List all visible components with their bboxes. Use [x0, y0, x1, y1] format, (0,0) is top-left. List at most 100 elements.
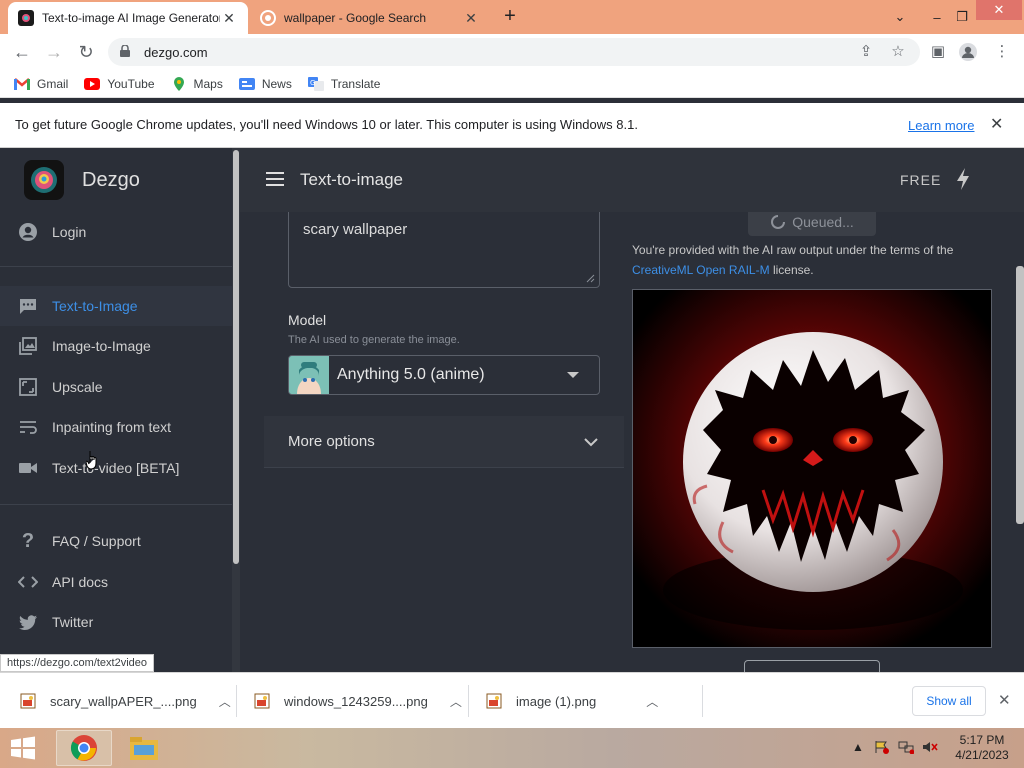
tray-overflow-icon[interactable]: ▲ — [852, 740, 864, 754]
tab-search-icon[interactable]: ⌄ — [886, 0, 914, 34]
queued-label: Queued... — [792, 214, 854, 230]
dezgo-logo-icon — [24, 160, 64, 200]
brand[interactable]: Dezgo — [24, 160, 140, 200]
bookmark-youtube[interactable]: YouTube — [84, 77, 155, 91]
bookmark-star-icon[interactable]: ☆ — [888, 42, 908, 62]
sidebar-item-label: Text-to-video [BETA] — [52, 460, 180, 476]
sidebar-item-inpainting[interactable]: Inpainting from text — [0, 407, 232, 447]
bookmark-maps[interactable]: Maps — [171, 76, 223, 91]
profile-avatar-icon[interactable] — [958, 42, 978, 62]
download-item[interactable]: windows_1243259....png ︿ — [254, 683, 462, 719]
back-icon[interactable]: ← — [10, 40, 34, 64]
license-link[interactable]: CreativeML Open RAIL-M — [632, 263, 770, 277]
hamburger-menu-icon[interactable] — [264, 168, 288, 192]
browser-toolbar: ← → ↻ dezgo.com ⇪ ☆ ▣ ⋮ — [0, 34, 1024, 70]
volume-muted-icon[interactable] — [922, 740, 938, 757]
more-options-label: More options — [288, 433, 375, 450]
plan-badge[interactable]: FREE — [900, 172, 941, 188]
app-header: Text-to-image FREE — [240, 148, 1024, 212]
sidebar-item-image-to-image[interactable]: Image-to-Image — [0, 326, 232, 366]
tab-close-icon[interactable]: ✕ — [220, 10, 238, 27]
spinner-icon — [771, 215, 786, 229]
google-favicon-icon — [260, 10, 276, 26]
chevron-up-icon[interactable]: ︿ — [646, 693, 658, 710]
side-panel-icon[interactable]: ▣ — [928, 42, 948, 62]
tab-dezgo[interactable]: Text-to-image AI Image Generator ✕ — [8, 2, 248, 34]
shelf-close-icon[interactable]: ✕ — [998, 691, 1011, 709]
sidebar-item-login[interactable]: Login — [0, 212, 232, 252]
tab-title: Text-to-image AI Image Generator — [42, 11, 220, 25]
lightning-bolt-icon[interactable] — [956, 168, 970, 195]
account-circle-icon — [18, 222, 38, 242]
model-select[interactable]: Anything 5.0 (anime) — [288, 355, 600, 395]
download-filename: image (1).png — [516, 693, 597, 709]
image-file-icon — [20, 693, 36, 709]
bookmark-translate[interactable]: G Translate — [307, 76, 381, 91]
status-url-tooltip: https://dezgo.com/text2video — [0, 654, 155, 672]
sidebar-item-twitter[interactable]: Twitter — [0, 602, 232, 642]
sidebar-item-label: Login — [52, 224, 87, 240]
sidebar-scroll-thumb[interactable] — [233, 150, 239, 564]
image-file-icon — [486, 693, 502, 709]
new-tab-button[interactable]: + — [498, 5, 522, 29]
sidebar-item-upscale[interactable]: Upscale — [0, 367, 232, 407]
infobar-close-icon[interactable]: ✕ — [990, 114, 1003, 134]
download-filename: windows_1243259....png — [284, 693, 428, 709]
reload-icon[interactable]: ↻ — [74, 40, 98, 64]
sidebar-item-label: Upscale — [52, 379, 103, 395]
sidebar-item-text-to-video[interactable]: Text-to-video [BETA] — [0, 448, 232, 488]
download-item[interactable]: scary_wallpAPER_....png ︿ — [20, 683, 231, 719]
twitter-bird-icon — [18, 612, 38, 632]
sidebar-item-label: Inpainting from text — [52, 419, 172, 435]
content-scroll-thumb[interactable] — [1016, 266, 1024, 524]
bookmark-gmail[interactable]: Gmail — [14, 77, 68, 91]
model-thumbnail-icon — [289, 356, 329, 394]
window-close-button[interactable]: ✕ — [976, 0, 1022, 20]
minimize-button[interactable]: – — [920, 0, 954, 34]
sidebar-item-text-to-image[interactable]: Text-to-Image — [0, 286, 232, 326]
update-infobar: To get future Google Chrome updates, you… — [0, 103, 1024, 148]
windows-start-icon[interactable] — [6, 734, 40, 762]
download-button[interactable] — [744, 660, 880, 672]
lock-icon — [120, 43, 134, 60]
generated-image[interactable] — [632, 289, 992, 648]
share-icon[interactable]: ⇪ — [856, 42, 876, 62]
show-all-button[interactable]: Show all — [912, 686, 986, 716]
download-separator — [468, 685, 469, 717]
sidebar-item-label: Image-to-Image — [52, 338, 151, 354]
tab-close-icon[interactable]: ✕ — [462, 10, 480, 27]
url-text: dezgo.com — [144, 44, 208, 60]
system-clock[interactable]: 5:17 PM 4/21/2023 — [946, 733, 1018, 763]
bookmark-label: Translate — [330, 76, 381, 91]
chevron-up-icon[interactable]: ︿ — [219, 693, 231, 710]
windows-taskbar: ▲ 5:17 PM 4/21/2023 — [0, 728, 1024, 768]
bookmark-news[interactable]: News — [238, 77, 292, 91]
sidebar-item-label: FAQ / Support — [52, 533, 141, 549]
chevron-up-icon[interactable]: ︿ — [450, 693, 462, 710]
tab-title: wallpaper - Google Search — [284, 11, 427, 25]
bookmarks-bar: Gmail YouTube Maps News G Translate — [0, 70, 1024, 98]
sidebar-item-label: Text-to-Image — [52, 298, 138, 314]
resize-grip-icon[interactable] — [585, 273, 595, 283]
download-shelf: scary_wallpAPER_....png ︿ windows_124325… — [0, 672, 1024, 728]
tab-google-search[interactable]: wallpaper - Google Search ✕ — [250, 2, 490, 34]
action-center-flag-icon[interactable] — [874, 740, 890, 757]
file-explorer-taskbar-icon[interactable] — [116, 730, 172, 766]
chrome-taskbar-icon[interactable] — [56, 730, 112, 766]
translate-icon: G — [307, 76, 324, 91]
network-icon[interactable] — [898, 740, 915, 757]
dezgo-favicon-icon — [18, 10, 34, 26]
clock-date: 4/21/2023 — [955, 748, 1009, 762]
restore-button[interactable]: ❐ — [954, 0, 970, 34]
sidebar-item-faq[interactable]: ? FAQ / Support — [0, 521, 232, 561]
upscale-icon — [18, 377, 38, 397]
more-options-accordion[interactable]: More options — [264, 416, 624, 468]
learn-more-link[interactable]: Learn more — [908, 118, 974, 133]
address-bar[interactable]: dezgo.com — [108, 38, 920, 66]
download-item[interactable]: image (1).png ︿ — [486, 683, 658, 719]
sidebar-item-api-docs[interactable]: API docs — [0, 562, 232, 602]
forward-icon[interactable]: → — [42, 40, 66, 64]
image-collection-icon — [18, 336, 38, 356]
prompt-textarea[interactable]: scary wallpaper — [288, 212, 600, 288]
browser-menu-icon[interactable]: ⋮ — [992, 42, 1012, 62]
